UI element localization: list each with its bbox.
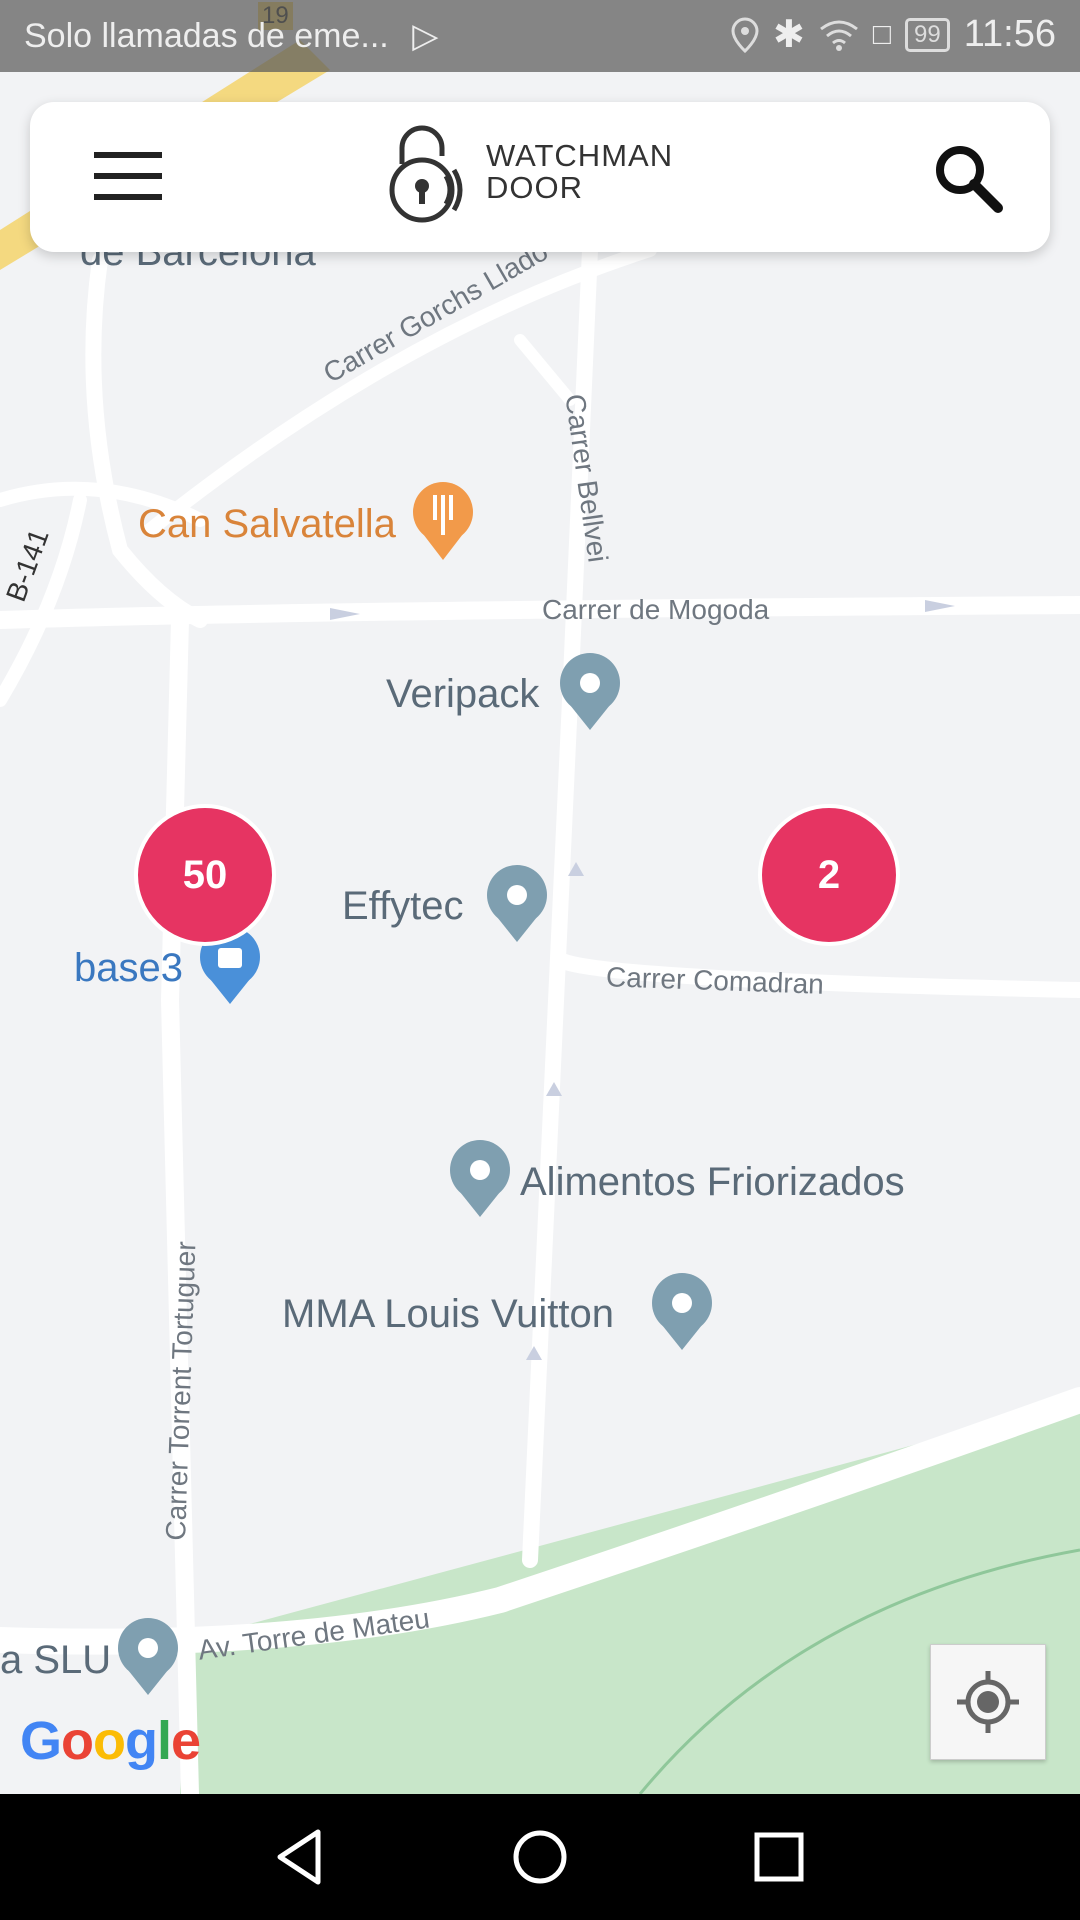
street-label-mogoda: Carrer de Mogoda bbox=[542, 594, 770, 625]
place-label-effytec[interactable]: Effytec bbox=[342, 884, 464, 929]
wifi-icon bbox=[819, 20, 858, 51]
place-label-alimentos-friorizados[interactable]: Alimentos Friorizados bbox=[520, 1160, 905, 1205]
battery-level: 99 bbox=[914, 20, 941, 48]
back-icon[interactable] bbox=[266, 1822, 336, 1892]
location-icon bbox=[731, 16, 759, 53]
place-label-veripack[interactable]: Veripack bbox=[386, 672, 539, 717]
carrier-status: Solo llamadas de eme... ▷ bbox=[24, 16, 438, 56]
place-label-can-salvatella[interactable]: Can Salvatella bbox=[138, 502, 396, 547]
hamburger-menu-icon[interactable] bbox=[94, 152, 162, 200]
status-bar: Solo llamadas de eme... ▷ ✱ □ 99 11:56 bbox=[0, 0, 1080, 72]
google-logo: Google bbox=[20, 1711, 201, 1771]
my-location-icon bbox=[957, 1671, 1019, 1733]
place-label-mma-louis-vuitton[interactable]: MMA Louis Vuitton bbox=[282, 1292, 614, 1337]
battery-icon: 99 bbox=[905, 17, 950, 52]
app-logo: WATCHMAN DOOR bbox=[388, 120, 673, 224]
system-nav-bar bbox=[0, 1794, 1080, 1920]
recents-icon[interactable] bbox=[744, 1822, 814, 1892]
clock: 11:56 bbox=[963, 13, 1056, 55]
home-icon[interactable] bbox=[505, 1822, 575, 1892]
marker-cluster[interactable]: 50 bbox=[134, 804, 276, 946]
app-header: WATCHMAN DOOR bbox=[30, 102, 1050, 252]
carrier-text: Solo llamadas de eme... bbox=[24, 17, 389, 55]
brand-name-line2: DOOR bbox=[486, 170, 583, 205]
place-label-base3[interactable]: base3 bbox=[74, 946, 183, 991]
alert-icon: □ bbox=[872, 17, 892, 51]
marker-cluster[interactable]: 2 bbox=[758, 804, 900, 946]
place-label-a-slu[interactable]: a SLU bbox=[0, 1638, 111, 1683]
brand-name-line1: WATCHMAN bbox=[486, 138, 674, 173]
padlock-wifi-icon bbox=[389, 125, 463, 223]
bluetooth-icon: ✱ bbox=[773, 14, 805, 56]
play-store-icon: ▷ bbox=[412, 17, 439, 55]
my-location-button[interactable] bbox=[930, 1644, 1046, 1760]
search-icon[interactable] bbox=[932, 142, 1004, 214]
